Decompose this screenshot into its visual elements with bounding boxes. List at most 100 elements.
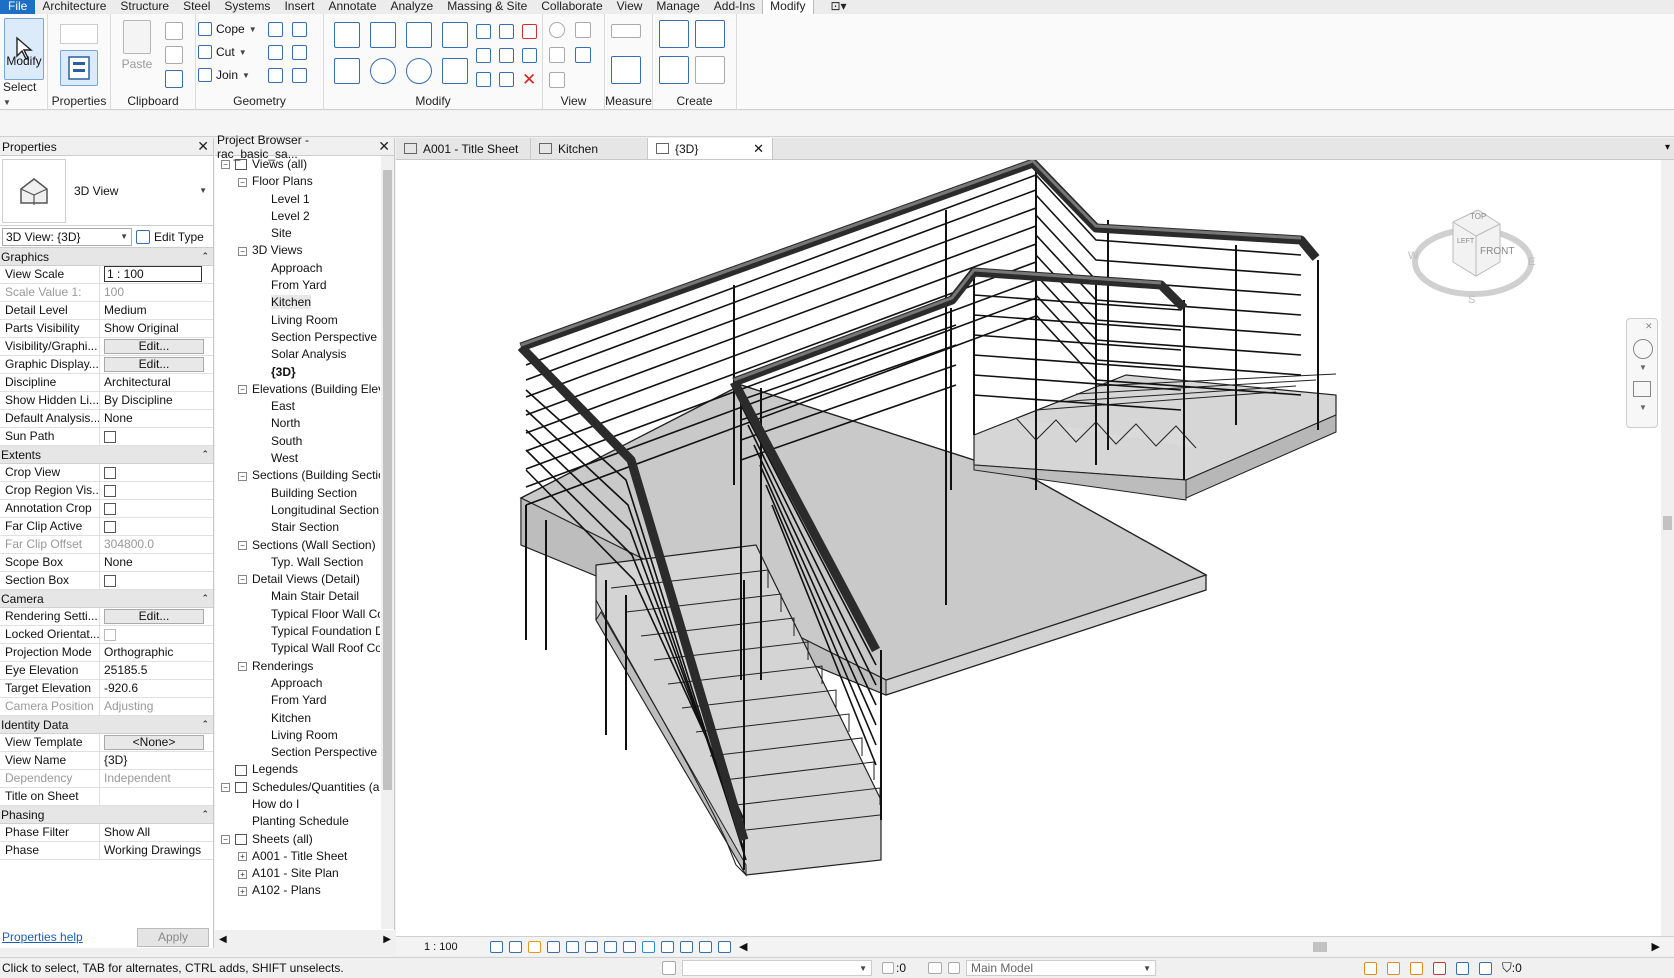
expand-icon[interactable]: + bbox=[238, 869, 247, 879]
view-filter-icon[interactable] bbox=[575, 47, 591, 63]
trim-extend-single-icon[interactable] bbox=[476, 72, 491, 87]
view-tab[interactable]: Kitchen bbox=[531, 138, 648, 159]
show-crop-region-icon[interactable] bbox=[604, 940, 617, 953]
override-graphics-icon[interactable] bbox=[575, 22, 591, 38]
property-value[interactable]: Show Original bbox=[104, 321, 179, 335]
collapse-icon[interactable]: − bbox=[238, 661, 247, 671]
temporary-hide-icon[interactable] bbox=[642, 940, 655, 953]
copy-to-clipboard-icon[interactable] bbox=[165, 46, 183, 64]
ribbon-tab-annotate[interactable]: Annotate bbox=[321, 0, 383, 14]
property-checkbox[interactable] bbox=[104, 503, 116, 515]
property-checkbox[interactable] bbox=[104, 485, 116, 497]
tree-view-node[interactable]: Typical Foundation D bbox=[215, 623, 380, 640]
collapse-icon[interactable]: ⌃ bbox=[201, 449, 209, 460]
wall-joins-icon[interactable] bbox=[268, 22, 283, 37]
tree-view-node[interactable]: Solar Analysis bbox=[215, 346, 380, 363]
select-links-icon[interactable] bbox=[1364, 961, 1378, 975]
tree-folder-node[interactable]: − Sheets (all) bbox=[215, 831, 380, 848]
tree-view-node[interactable]: Typ. Wall Section bbox=[215, 554, 380, 571]
match-type-icon[interactable] bbox=[165, 70, 183, 88]
tree-view-node[interactable]: Living Room bbox=[215, 727, 380, 744]
ribbon-tab-collaborate[interactable]: Collaborate bbox=[534, 0, 609, 14]
demolish-icon[interactable] bbox=[268, 68, 283, 83]
detail-level-icon[interactable] bbox=[490, 940, 503, 953]
tree-view-node[interactable]: East bbox=[215, 398, 380, 415]
ribbon-tab-view[interactable]: View bbox=[610, 0, 650, 14]
tree-folder-node[interactable]: − Renderings bbox=[215, 658, 380, 675]
exclude-options-icon[interactable] bbox=[948, 962, 961, 974]
select-panel-label[interactable]: Select ▼ bbox=[3, 80, 47, 108]
property-edit-button[interactable]: Edit... bbox=[104, 609, 204, 624]
tree-view-node[interactable]: South bbox=[215, 433, 380, 450]
collapse-icon[interactable]: − bbox=[238, 471, 247, 481]
select-by-face-icon[interactable] bbox=[1433, 961, 1447, 975]
tree-view-node[interactable]: Building Section bbox=[215, 485, 380, 502]
modify-button[interactable] bbox=[3, 18, 45, 80]
type-properties-icon[interactable] bbox=[60, 24, 98, 44]
ribbon-tab-massing-site[interactable]: Massing & Site bbox=[440, 0, 534, 14]
tree-view-node[interactable]: Legends bbox=[215, 761, 380, 778]
beam-join-icon[interactable] bbox=[268, 45, 283, 60]
scroll-left-icon[interactable]: ◀ bbox=[219, 934, 227, 945]
pin-icon[interactable] bbox=[522, 48, 537, 63]
close-icon[interactable]: ✕ bbox=[378, 138, 390, 155]
design-option-selector[interactable]: Main Model ▼ bbox=[966, 960, 1157, 976]
tree-view-node[interactable]: North bbox=[215, 415, 380, 432]
property-checkbox[interactable] bbox=[104, 467, 116, 479]
unpin-icon[interactable] bbox=[522, 24, 537, 39]
property-value[interactable]: Architectural bbox=[104, 375, 171, 389]
property-checkbox[interactable] bbox=[104, 521, 116, 533]
view-instance-selector[interactable]: 3D View: {3D} ▼ bbox=[2, 227, 132, 246]
workset-selector[interactable]: ▼ bbox=[682, 960, 872, 976]
tree-view-node[interactable]: Approach bbox=[215, 675, 380, 692]
lock-3d-view-icon[interactable] bbox=[623, 940, 636, 953]
tree-view-node[interactable]: Longitudinal Section bbox=[215, 502, 380, 519]
view-scale-control[interactable]: 1 : 100 bbox=[424, 941, 478, 953]
create-parts-icon[interactable] bbox=[695, 20, 725, 48]
select-pinned-icon[interactable] bbox=[1410, 961, 1424, 975]
paste-button[interactable]: Paste bbox=[119, 20, 155, 71]
design-options-icon[interactable] bbox=[928, 962, 943, 974]
cut-to-clipboard-icon[interactable] bbox=[165, 22, 183, 40]
file-menu-tab[interactable]: File bbox=[0, 0, 36, 14]
zoom-icon[interactable] bbox=[1633, 381, 1651, 397]
property-group-graphics[interactable]: Graphics ⌃ bbox=[0, 248, 213, 266]
property-value[interactable]: Working Drawings bbox=[104, 843, 201, 857]
rotate-icon[interactable] bbox=[406, 58, 432, 84]
create-assembly-icon[interactable] bbox=[659, 20, 689, 48]
properties-help-link[interactable]: Properties help bbox=[2, 930, 83, 944]
collapse-icon[interactable]: − bbox=[238, 540, 247, 550]
tree-folder-node[interactable]: − Schedules/Quantities (all bbox=[215, 779, 380, 796]
type-dropdown-icon[interactable]: ▼ bbox=[199, 186, 207, 195]
array-icon[interactable] bbox=[476, 48, 491, 63]
hide-in-view-icon[interactable] bbox=[549, 22, 565, 38]
background-processes-icon[interactable] bbox=[1479, 961, 1493, 975]
ribbon-tab-steel[interactable]: Steel bbox=[176, 0, 217, 14]
create-similar-icon[interactable] bbox=[695, 56, 725, 84]
tree-folder-node[interactable]: −3D Views bbox=[215, 242, 380, 259]
browser-vertical-scrollbar[interactable] bbox=[381, 156, 394, 929]
visual-style-icon[interactable] bbox=[509, 940, 522, 953]
move-icon[interactable] bbox=[334, 58, 360, 84]
cope-button[interactable]: Cope ▼ bbox=[198, 22, 257, 36]
paint-icon[interactable] bbox=[292, 45, 307, 60]
highlight-displacement-icon[interactable] bbox=[718, 940, 731, 953]
tree-view-node[interactable]: Planting Schedule bbox=[215, 813, 380, 830]
tree-view-node[interactable]: Section Perspective bbox=[215, 329, 380, 346]
eraser-icon[interactable] bbox=[549, 72, 565, 88]
property-value[interactable]: Orthographic bbox=[104, 645, 173, 659]
tree-folder-node[interactable]: − Views (all) bbox=[215, 156, 380, 173]
ribbon-tab-architecture[interactable]: Architecture bbox=[35, 0, 113, 14]
trim-extend-corner-icon[interactable] bbox=[442, 58, 468, 84]
measure-between-references-icon[interactable] bbox=[611, 24, 641, 38]
edit-type-button[interactable]: Edit Type bbox=[154, 230, 204, 244]
property-edit-button[interactable]: Edit... bbox=[104, 339, 204, 354]
split-element-icon[interactable] bbox=[476, 24, 491, 39]
property-checkbox[interactable] bbox=[104, 431, 116, 443]
ribbon-tab-modify[interactable]: Modify bbox=[762, 0, 814, 14]
workset-icon[interactable] bbox=[662, 961, 676, 975]
tree-view-node[interactable]: Typical Floor Wall Co bbox=[215, 606, 380, 623]
collapse-icon[interactable]: − bbox=[238, 177, 247, 187]
ribbon-tab-analyze[interactable]: Analyze bbox=[384, 0, 441, 14]
tree-view-node[interactable]: Level 1 bbox=[215, 191, 380, 208]
